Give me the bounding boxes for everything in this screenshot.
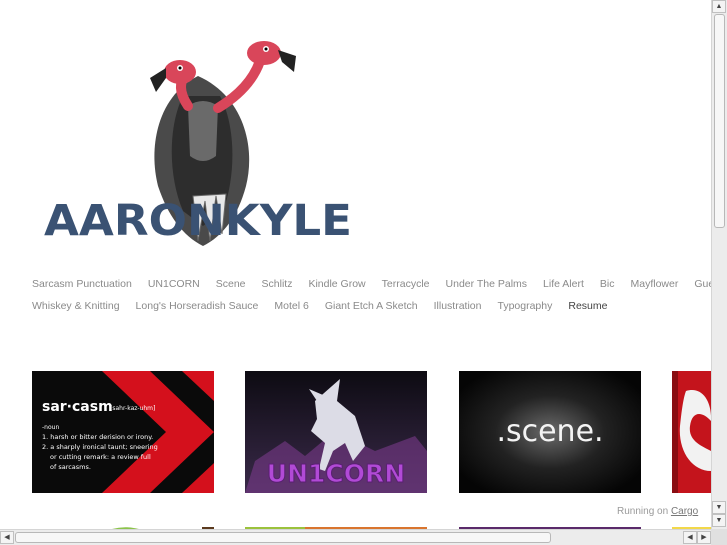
sarcasm-definition-line: 2. a sharply ironical taunt; sneering <box>42 443 158 451</box>
nav-link-resume[interactable]: Resume <box>568 300 607 312</box>
sarcasm-thumbnail-image: sar·casm [sahr-kaz-uhm] -noun 1. harsh o… <box>32 371 214 493</box>
unicorn-thumbnail-image: UN1CORN <box>245 371 427 493</box>
scroll-down-arrow-icon[interactable]: ▼ <box>712 514 726 527</box>
nav-row-2: Whiskey & Knitting Long's Horseradish Sau… <box>32 299 722 321</box>
running-on-credit: Running on Cargo <box>617 506 698 517</box>
nav-link-mayflower[interactable]: Mayflower <box>630 278 678 290</box>
nav-link-typography[interactable]: Typography <box>497 300 552 312</box>
nav-link-kindle-grow[interactable]: Kindle Grow <box>308 278 365 290</box>
scroll-down-arrow-icon[interactable]: ▼ <box>712 501 726 514</box>
nav-link-whiskey-knitting[interactable]: Whiskey & Knitting <box>32 300 120 312</box>
nav-link-illustration[interactable]: Illustration <box>434 300 482 312</box>
vulture-logo-image: AARONKYLE <box>44 41 352 246</box>
sarcasm-part-of-speech: -noun <box>42 424 59 431</box>
nav-link-bic[interactable]: Bic <box>600 278 615 290</box>
scene-title: .scene. <box>496 414 603 449</box>
vertical-scrollbar[interactable]: ▲ ▼ ▼ <box>711 0 727 529</box>
sarcasm-pronunciation: [sahr-kaz-uhm] <box>110 405 155 412</box>
project-navigation: Sarcasm Punctuation UN1CORN Scene Schlitz Ki… <box>32 277 725 321</box>
running-on-label: Running on <box>617 506 669 517</box>
cargo-link[interactable]: Cargo <box>671 506 698 517</box>
vertical-scrollbar-thumb[interactable] <box>714 14 725 228</box>
schlitz-thumbnail-image <box>672 371 711 493</box>
nav-link-under-the-palms[interactable]: Under The Palms <box>446 278 528 290</box>
logo-text: AARONKYLE <box>44 196 352 246</box>
scroll-left-arrow-icon[interactable]: ◀ <box>0 531 14 544</box>
nav-link-longs-horseradish[interactable]: Long's Horseradish Sauce <box>136 300 259 312</box>
scroll-left-arrow-icon[interactable]: ◀ <box>683 531 697 544</box>
scene-thumbnail-image: .scene. <box>459 371 641 493</box>
thumb-scene[interactable]: .scene. <box>459 371 641 493</box>
scroll-right-arrow-icon[interactable]: ▶ <box>697 531 711 544</box>
scrollbar-corner <box>711 529 727 545</box>
horizontal-scrollbar-thumb[interactable] <box>15 532 551 543</box>
scroll-up-arrow-icon[interactable]: ▲ <box>712 0 726 13</box>
nav-link-un1corn[interactable]: UN1CORN <box>148 278 200 290</box>
sarcasm-word: sar·casm <box>42 399 113 415</box>
nav-link-terracycle[interactable]: Terracycle <box>382 278 430 290</box>
sarcasm-definition-line: or cutting remark: a review full <box>50 453 151 461</box>
thumb-schlitz[interactable] <box>672 371 711 493</box>
nav-link-schlitz[interactable]: Schlitz <box>262 278 293 290</box>
thumb-un1corn[interactable]: UN1CORN <box>245 371 427 493</box>
unicorn-title: UN1CORN <box>267 459 405 488</box>
nav-link-scene[interactable]: Scene <box>216 278 246 290</box>
horizontal-scrollbar[interactable]: ◀ ◀ ▶ <box>0 529 711 545</box>
thumb-sarcasm-punctuation[interactable]: sar·casm [sahr-kaz-uhm] -noun 1. harsh o… <box>32 371 214 493</box>
sarcasm-definition-line: of sarcasms. <box>50 463 91 471</box>
nav-row-1: Sarcasm Punctuation UN1CORN Scene Schlitz Ki… <box>32 277 725 299</box>
nav-link-life-alert[interactable]: Life Alert <box>543 278 584 290</box>
nav-link-sarcasm-punctuation[interactable]: Sarcasm Punctuation <box>32 278 132 290</box>
site-logo[interactable]: AARONKYLE <box>38 36 358 256</box>
nav-link-giant-etch-a-sketch[interactable]: Giant Etch A Sketch <box>325 300 418 312</box>
sarcasm-definition-line: 1. harsh or bitter derision or irony. <box>42 433 153 441</box>
nav-link-motel-6[interactable]: Motel 6 <box>274 300 308 312</box>
